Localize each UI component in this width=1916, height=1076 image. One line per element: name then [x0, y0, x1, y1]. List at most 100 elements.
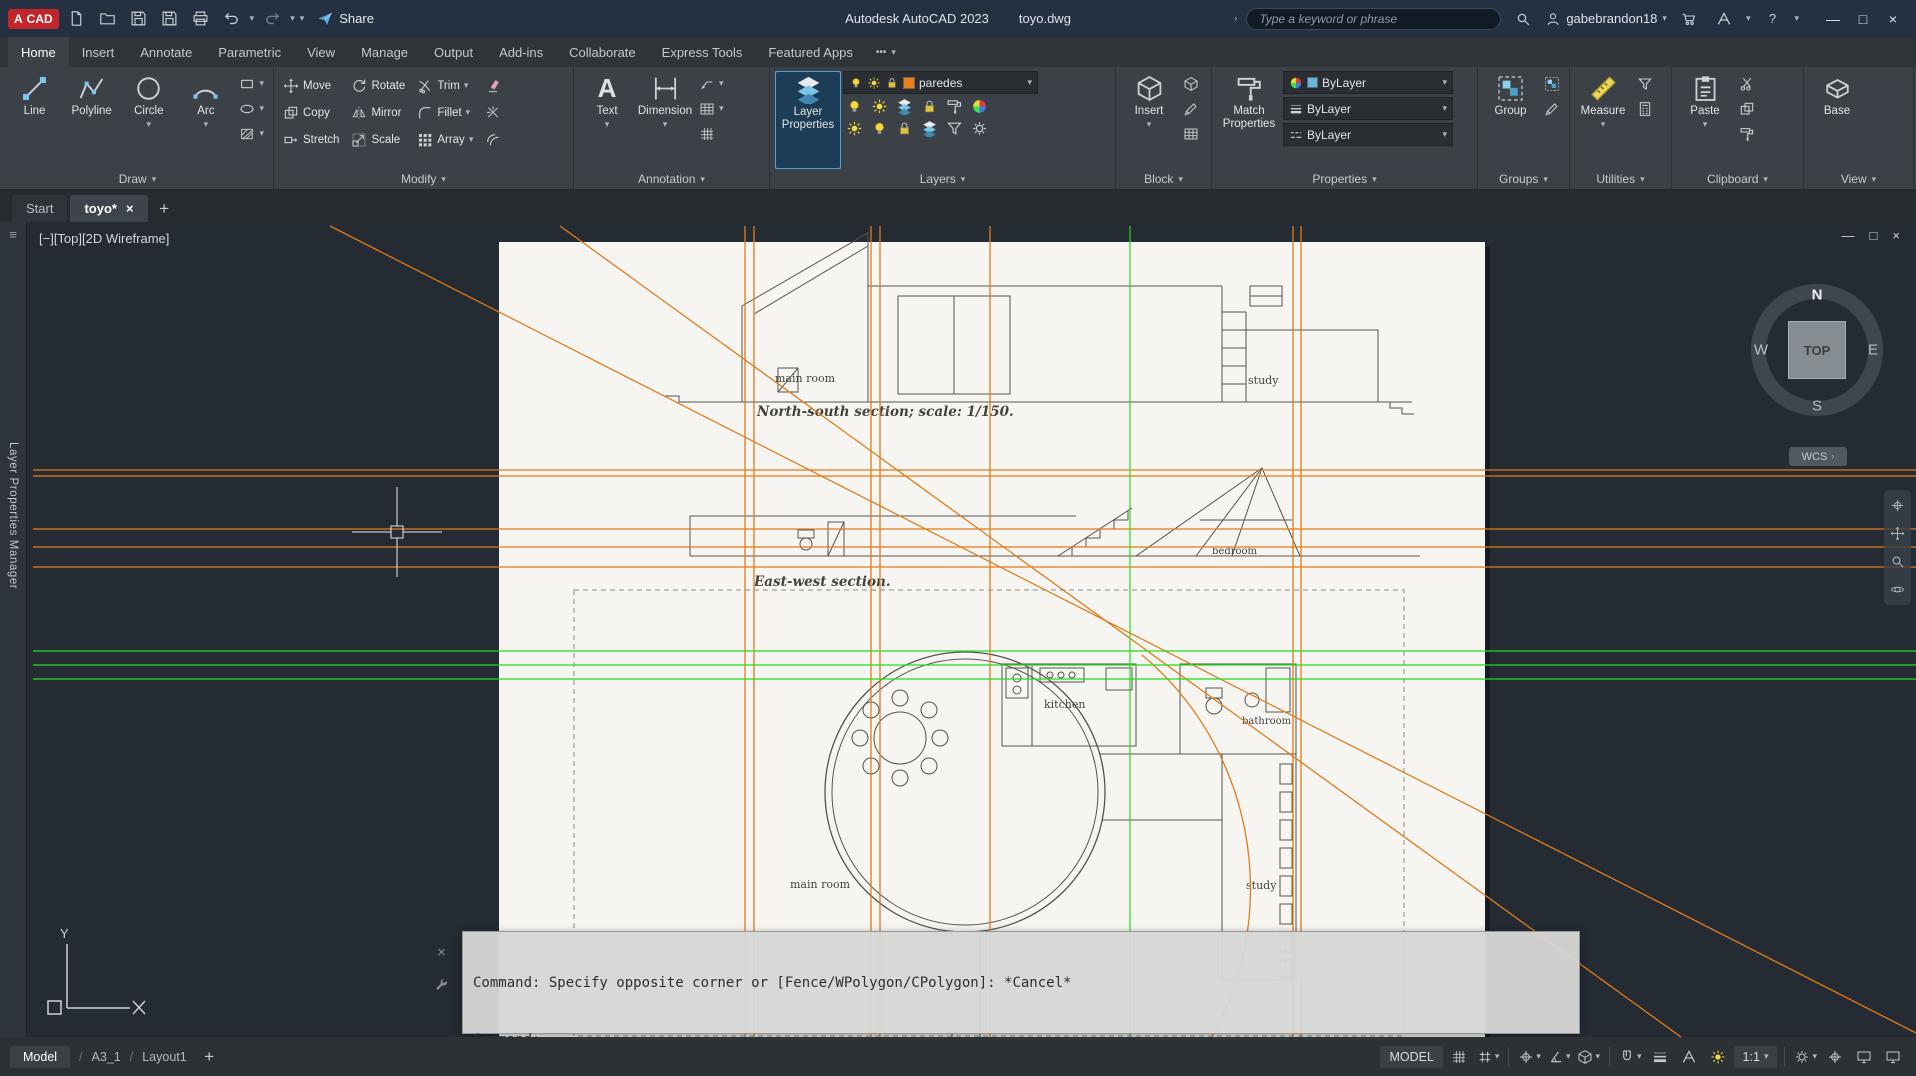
tab-featured-apps[interactable]: Featured Apps	[755, 37, 866, 67]
snap-toggle[interactable]: ▾	[1475, 1044, 1502, 1070]
compass-south[interactable]: S	[1812, 398, 1822, 415]
insert-button[interactable]: Insert ▾	[1121, 71, 1177, 169]
quick-calc-button[interactable]	[1633, 96, 1657, 121]
layer-thaw-button[interactable]	[871, 120, 888, 137]
annotation-panel-label[interactable]: Annotation ▾	[574, 169, 769, 189]
tab-addins[interactable]: Add-ins	[486, 37, 556, 67]
group-edit-button[interactable]	[1540, 96, 1564, 121]
utilities-panel-label[interactable]: Utilities ▾	[1570, 169, 1671, 189]
new-layout-button[interactable]: +	[196, 1043, 223, 1070]
pan-icon[interactable]	[1890, 526, 1905, 541]
text-button[interactable]: A Text ▾	[579, 71, 635, 169]
compass-north[interactable]: N	[1812, 287, 1823, 304]
search-icon[interactable]	[1510, 6, 1536, 31]
palette-grip-icon[interactable]: ≡	[9, 227, 17, 242]
view-compass[interactable]: N S W E TOP	[1751, 284, 1883, 416]
lineweight-dropdown[interactable]: ByLayer ▾	[1283, 97, 1453, 120]
layer-dropdown[interactable]: paredes ▾	[843, 71, 1038, 94]
qat-customize-icon[interactable]: ▾	[300, 14, 305, 23]
model-space-toggle[interactable]: MODEL	[1380, 1045, 1443, 1068]
dimension-button[interactable]: Dimension ▾	[637, 71, 693, 169]
layout-tab-a3[interactable]: A3_1	[92, 1050, 121, 1064]
save-button[interactable]	[126, 6, 152, 31]
layer-lock-button[interactable]	[921, 98, 938, 115]
tab-annotate[interactable]: Annotate	[127, 37, 205, 67]
offset-button[interactable]	[481, 127, 505, 152]
layer-properties-button[interactable]: Layer Properties	[775, 71, 841, 169]
cut-button[interactable]	[1735, 71, 1759, 96]
object-color-dropdown[interactable]: ByLayer ▾	[1283, 71, 1453, 94]
annotation-scale-button[interactable]: 1:1 ▾	[1733, 1045, 1778, 1068]
paste-special-button[interactable]	[1735, 121, 1759, 146]
orbit-icon[interactable]	[1890, 582, 1905, 597]
autocad-logo[interactable]: A CAD	[8, 8, 59, 29]
minimize-button[interactable]: —	[1818, 11, 1848, 27]
graphics-performance-toggle[interactable]	[1851, 1044, 1877, 1070]
navigation-bar[interactable]	[1884, 490, 1911, 605]
line-button[interactable]: Line	[7, 71, 62, 169]
layer-off-button[interactable]	[846, 98, 863, 115]
fillet-button[interactable]: Fillet ▾	[413, 100, 477, 125]
layer-unisolate-button[interactable]	[846, 120, 863, 137]
rectangle-button[interactable]: ▾	[235, 71, 268, 96]
ellipse-button[interactable]: ▾	[235, 96, 268, 121]
view-panel-label[interactable]: View ▾	[1804, 169, 1913, 189]
infer-constraints-toggle[interactable]: ▾	[1516, 1044, 1543, 1070]
osnap-toggle[interactable]: ▾	[1617, 1044, 1644, 1070]
tab-output[interactable]: Output	[421, 37, 486, 67]
viewport-controls-label[interactable]: [−][Top][2D Wireframe]	[39, 231, 169, 246]
drawing-canvas[interactable]: main room study North-south section; sca…	[0, 222, 1916, 1037]
app-store-cart-icon[interactable]	[1676, 6, 1702, 31]
grid-toggle[interactable]	[1446, 1044, 1472, 1070]
layer-settings-button[interactable]	[971, 120, 988, 137]
tab-parametric[interactable]: Parametric	[205, 37, 294, 67]
annotation-visibility-toggle[interactable]	[1676, 1044, 1702, 1070]
layer-walk-button[interactable]	[921, 120, 938, 137]
layer-properties-palette-bar[interactable]: ≡ Layer Properties Manager	[0, 222, 27, 1037]
wcs-menu[interactable]: WCS ›	[1789, 447, 1847, 466]
tab-home[interactable]: Home	[8, 37, 69, 67]
paste-button[interactable]: Paste ▾	[1677, 71, 1733, 169]
layer-match-button[interactable]	[971, 98, 988, 115]
ucs-icon[interactable]: Y	[47, 926, 146, 1015]
account-menu[interactable]: gabebrandon18 ▾	[1545, 11, 1667, 27]
undo-chevron-icon[interactable]: ▾	[250, 14, 255, 23]
command-customize-wrench-icon[interactable]	[434, 978, 449, 993]
file-tab-start[interactable]: Start	[12, 195, 68, 222]
plot-button[interactable]	[188, 6, 214, 31]
base-button[interactable]: Base	[1809, 71, 1865, 169]
make-current-button[interactable]	[946, 98, 963, 115]
tab-insert[interactable]: Insert	[69, 37, 128, 67]
copy-button[interactable]: Copy	[279, 100, 343, 125]
zoom-icon[interactable]	[1890, 554, 1905, 569]
compass-top-face[interactable]: TOP	[1788, 321, 1846, 379]
new-file-button[interactable]	[64, 6, 90, 31]
tab-collaborate[interactable]: Collaborate	[556, 37, 649, 67]
lineweight-toggle[interactable]	[1647, 1044, 1673, 1070]
arc-button[interactable]: Arc ▾	[178, 71, 233, 169]
viewport-close-button[interactable]: ×	[1892, 228, 1900, 243]
rotate-button[interactable]: Rotate	[347, 73, 409, 98]
hatch-button[interactable]: ▾	[235, 121, 268, 146]
clean-screen-toggle[interactable]	[1880, 1044, 1906, 1070]
isodraft-toggle[interactable]: ▾	[1575, 1044, 1602, 1070]
layer-freeze-button[interactable]	[896, 98, 913, 115]
search-input[interactable]	[1246, 7, 1502, 30]
isolate-objects-toggle[interactable]	[1822, 1044, 1848, 1070]
modify-panel-label[interactable]: Modify ▾	[274, 169, 573, 189]
mirror-button[interactable]: Mirror	[347, 100, 409, 125]
trim-button[interactable]: Trim ▾	[413, 73, 477, 98]
share-button[interactable]: Share	[317, 11, 374, 27]
stretch-button[interactable]: Stretch	[279, 127, 343, 152]
autoscale-toggle[interactable]	[1705, 1044, 1731, 1070]
model-tab[interactable]: Model	[10, 1045, 71, 1068]
circle-button[interactable]: Circle ▾	[121, 71, 176, 169]
layer-isolate-button[interactable]	[871, 98, 888, 115]
block-panel-label[interactable]: Block ▾	[1116, 169, 1211, 189]
undo-button[interactable]	[219, 6, 245, 31]
explode-button[interactable]	[481, 100, 505, 125]
create-block-button[interactable]	[1179, 71, 1203, 96]
annotation-more-button[interactable]	[695, 121, 728, 146]
command-window[interactable]: Command: Specify opposite corner or [Fen…	[462, 931, 1580, 1037]
layout-tab-1[interactable]: Layout1	[142, 1050, 186, 1064]
